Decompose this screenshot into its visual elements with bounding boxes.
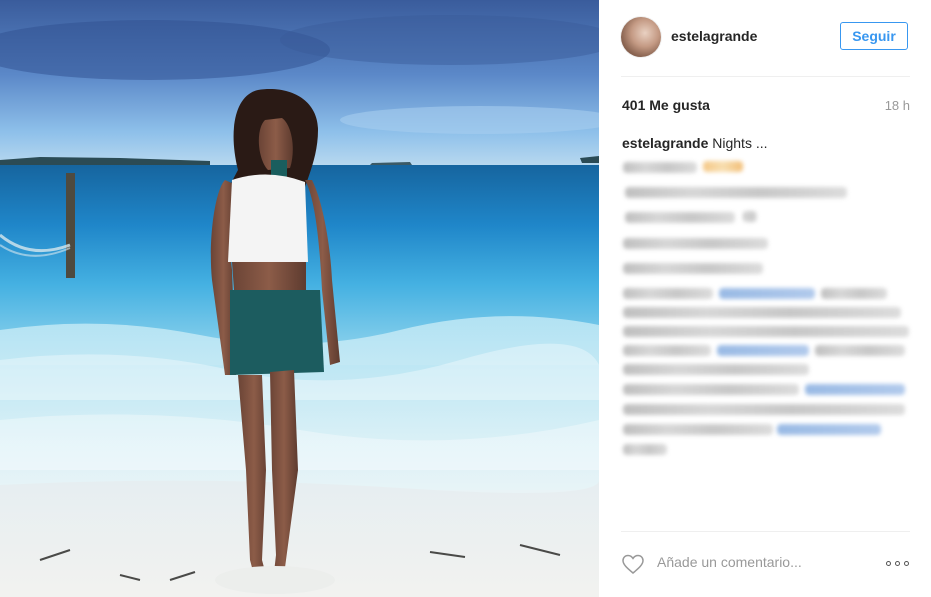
likes-count[interactable]: 401 Me gusta <box>622 97 710 113</box>
post-details-panel: estelagrande Seguir 401 Me gusta 18 h es… <box>599 0 931 597</box>
blurred-line <box>623 162 697 173</box>
blurred-line <box>623 263 763 274</box>
comment-input[interactable] <box>657 554 857 570</box>
blurred-line <box>623 238 768 249</box>
post-time[interactable]: 18 h <box>885 98 910 113</box>
comment-divider <box>621 531 910 532</box>
blurred-link <box>717 345 809 356</box>
blurred-emoji <box>703 161 743 172</box>
post-header: estelagrande Seguir <box>621 16 910 58</box>
blurred-line <box>623 307 901 318</box>
comment-row <box>621 550 910 580</box>
blurred-link <box>805 384 905 395</box>
blurred-line <box>623 288 713 299</box>
blurred-line <box>821 288 887 299</box>
blurred-line <box>623 364 809 375</box>
blurred-line <box>623 384 799 395</box>
blurred-line <box>743 211 757 222</box>
follow-button[interactable]: Seguir <box>840 22 908 50</box>
heart-outline-icon[interactable] <box>621 553 645 575</box>
caption-text: Nights ... <box>712 135 768 151</box>
blurred-line <box>625 212 735 223</box>
header-divider <box>621 76 910 77</box>
more-options-icon[interactable] <box>886 559 910 569</box>
blurred-link <box>777 424 881 435</box>
blurred-line <box>625 187 847 198</box>
post-photo[interactable] <box>0 0 599 597</box>
caption: estelagrande Nights ... <box>622 135 768 151</box>
blurred-line <box>623 424 773 435</box>
blurred-line <box>815 345 905 356</box>
caption-username[interactable]: estelagrande <box>622 135 708 151</box>
blurred-link <box>719 288 815 299</box>
blurred-line <box>623 345 711 356</box>
blurred-line <box>623 326 909 337</box>
username-link[interactable]: estelagrande <box>671 28 757 44</box>
beach-scene <box>0 0 599 597</box>
blurred-line <box>623 444 667 455</box>
blurred-line <box>623 404 905 415</box>
avatar[interactable] <box>621 17 661 57</box>
